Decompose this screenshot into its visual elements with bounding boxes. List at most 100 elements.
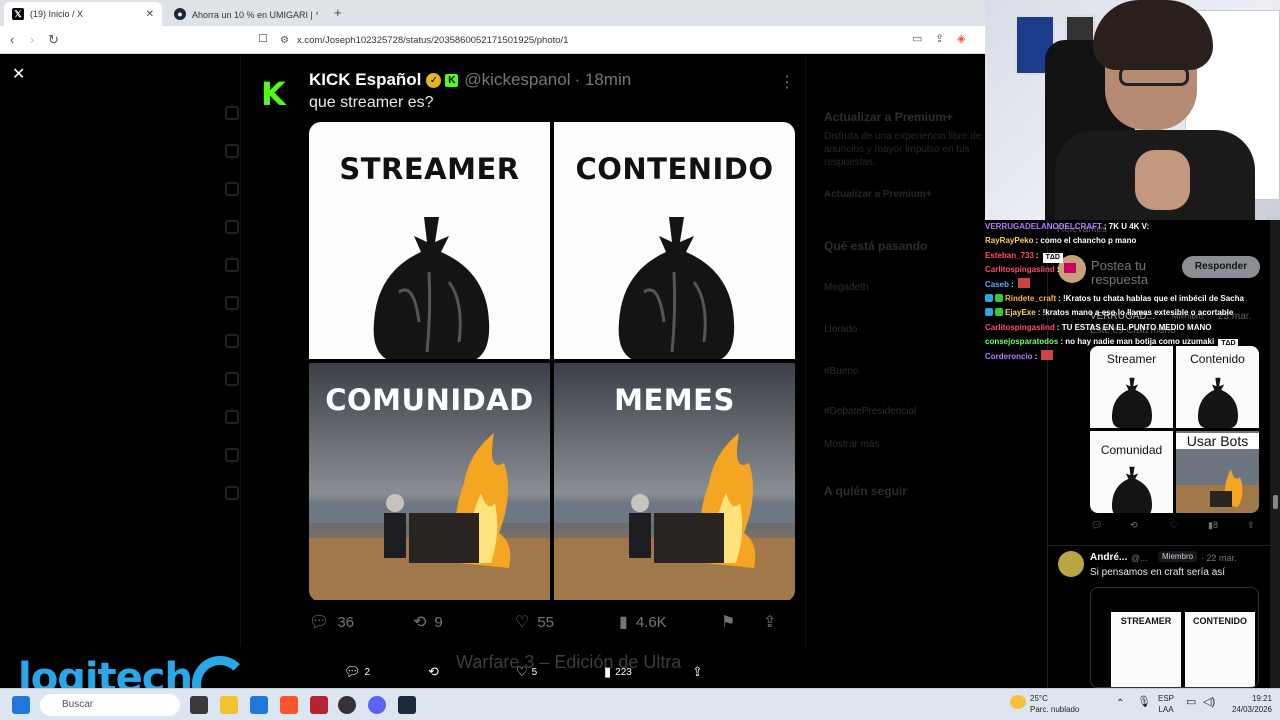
lists-icon[interactable] [225,296,239,310]
address-bar[interactable]: ⚙ x.com/Joseph102325728/status/203586005… [280,30,900,50]
back-icon[interactable]: ‹ [10,32,14,47]
bg-views-button[interactable]: ▮ 223 [604,664,632,680]
repost-button[interactable]: ⟲ 9 [413,612,443,632]
bookmarks-icon[interactable] [225,334,239,348]
chat-username: Rindete_craft [1005,294,1057,304]
task-view-icon[interactable] [190,696,208,714]
jobs-icon[interactable] [225,372,239,386]
volume-icon[interactable]: ◁) [1203,697,1215,708]
bg-share-button[interactable]: ⇪ [692,664,707,680]
weather-icon[interactable] [1010,695,1026,709]
tweet-media-grid[interactable]: STREAMER CONTENIDO COMUNIDAD MEMES [309,122,795,602]
trend-item[interactable]: Megadeth [824,282,868,293]
reply-media-grid[interactable]: Streamer Contenido Comunidad Usar Bots [1090,346,1259,513]
scrollbar-thumb[interactable] [1273,495,1278,509]
media-cell-streamer[interactable]: STREAMER [309,122,550,359]
steam-icon[interactable] [398,696,416,714]
microphone-icon[interactable]: 🎙︎ [1137,697,1151,708]
tab-title: Ahorra un 10 % en UMIGARI | ウミガリ [192,9,318,20]
background-tweet-actions: 💬︎ 2 ⟲ ♡ 5 ▮ 223 ⇪ [330,660,730,684]
trend-item[interactable]: #DebatePresidencial [824,406,916,417]
url-text: x.com/Joseph102325728/status/20358600521… [296,34,569,46]
media-cell-contenido[interactable]: CONTENIDO [554,122,795,359]
tab-steam[interactable]: ● Ahorra un 10 % en UMIGARI | ウミガリ [166,2,326,26]
reply-icon[interactable]: 💬︎ [1091,520,1102,531]
install-icon[interactable]: ▭ [912,32,922,45]
messages-icon[interactable] [225,220,239,234]
media-cell-comunidad[interactable]: COMUNIDAD [309,363,550,600]
media-cell-memes[interactable]: MEMES [554,363,795,600]
bg-like-count: 5 [531,666,538,678]
premium-title: Actualizar a Premium+ [824,110,954,124]
reply-avatar[interactable] [1058,551,1084,577]
communities-icon[interactable] [225,410,239,424]
mod-badge-icon [995,294,1003,303]
like-button[interactable]: ♡ 55 [515,612,554,632]
views-chart-icon[interactable]: ▮ 8 [1208,520,1218,531]
quoted-tweet-image[interactable]: STREAMER CONTENIDO [1090,587,1259,688]
share-icon[interactable]: ⇪ [935,32,944,45]
close-modal-icon[interactable]: ✕ [12,64,25,84]
steam-logo-icon: ● [174,8,186,20]
scrollbar-track[interactable] [1270,220,1280,688]
heart-icon[interactable]: ♡ [1170,520,1178,531]
bookmark-page-icon[interactable]: ☐ [258,32,268,45]
app-icon[interactable] [310,696,328,714]
brave-icon[interactable] [280,696,298,714]
quoted-label: STREAMER [1111,612,1181,687]
trend-item[interactable]: Llorado [824,324,857,335]
brave-shield-icon[interactable]: ◈ [957,32,965,45]
tray-chevron-icon[interactable]: ⌃ [1116,698,1124,709]
store-icon[interactable] [250,696,268,714]
second-reply-handle[interactable]: @... [1131,553,1148,563]
media-label: STREAMER [339,152,520,186]
home-icon[interactable] [225,106,239,120]
more-icon[interactable] [225,486,239,500]
obs-icon[interactable] [338,696,356,714]
weather-widget[interactable]: 25°C Parc. nublado [1030,693,1079,715]
reply-button[interactable]: 💬︎ 36 [309,612,354,632]
author-name[interactable]: KICK Español [309,70,421,90]
author-handle[interactable]: @kickespanol [464,70,570,90]
clock[interactable]: 19:21 24/03/2026 [1226,693,1272,715]
sub-badge-icon [985,308,993,317]
discord-icon[interactable] [368,696,386,714]
bg-like-button[interactable]: ♡ 5 [516,664,537,680]
file-explorer-icon[interactable] [220,696,238,714]
trend-item[interactable]: #Bueno [824,366,858,377]
more-options-icon[interactable]: ⋮ [779,72,795,92]
media-label: CONTENIDO [575,152,774,186]
second-reply-time[interactable]: · 22 mar. [1201,553,1237,563]
profile-icon[interactable] [225,448,239,462]
chat-username: Corderoncio [985,351,1033,360]
start-button-icon[interactable] [12,696,30,714]
new-tab-icon[interactable]: + [334,5,342,20]
forward-icon[interactable]: › [30,32,34,47]
reload-icon[interactable]: ↻ [48,32,59,48]
language-indicator[interactable]: ESP LAA [1158,693,1174,715]
bg-repost-button[interactable]: ⟲ [428,664,443,680]
mod-badge-icon [995,308,1003,317]
share-icon[interactable]: ⇪ [1247,520,1255,531]
x-logo-icon: 𝕏 [12,8,24,20]
explore-icon[interactable] [225,144,239,158]
close-tab-icon[interactable]: ✕ [146,9,154,20]
tab-x-home[interactable]: 𝕏 (19) Inicio / X ✕ [4,2,162,26]
bookmark-button[interactable]: ⚑ [721,612,743,632]
kick-avatar-icon[interactable]: K [261,78,291,110]
views-button[interactable]: ▮ 4.6K [619,612,667,632]
mini-label: Comunidad [1100,443,1163,457]
premium-button[interactable]: Actualizar a Premium+ [824,189,932,200]
notifications-icon[interactable] [225,182,239,196]
tweet-time[interactable]: · 18min [575,70,632,90]
taskbar-search[interactable]: Buscar [40,694,180,716]
emote-icon: TΔD [1218,339,1239,350]
grok-icon[interactable] [225,258,239,272]
network-icon[interactable]: ▭ [1186,697,1196,708]
share-button[interactable]: ⇪ [763,612,784,632]
repost-icon[interactable]: ⟲ [1130,520,1138,531]
second-reply-author[interactable]: André... [1090,552,1127,563]
site-info-icon[interactable]: ⚙ [280,35,289,46]
show-more-link[interactable]: Mostrar más [824,439,880,450]
bg-reply-button[interactable]: 💬︎ 2 [344,664,370,680]
